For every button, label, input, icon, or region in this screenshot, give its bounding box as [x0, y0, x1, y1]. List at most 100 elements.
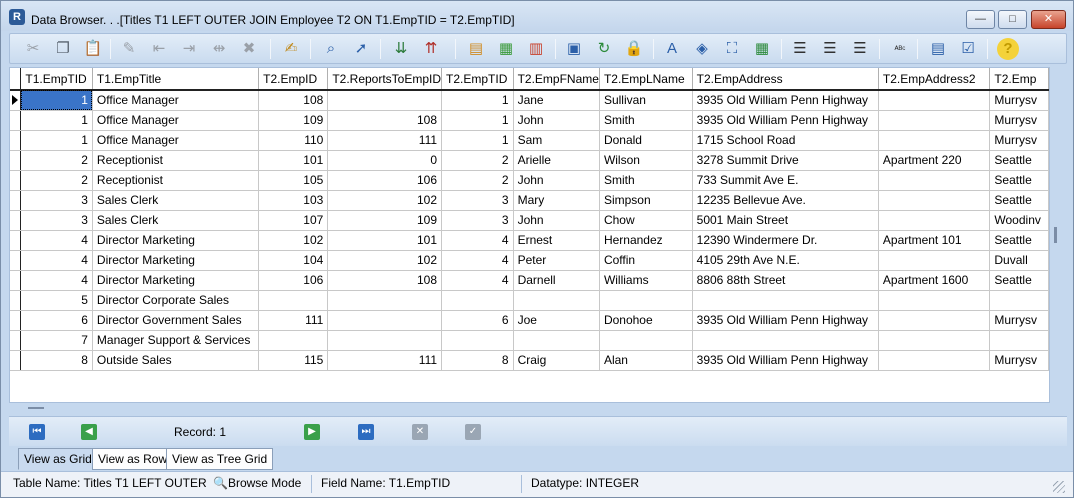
grid-cell[interactable]	[327, 290, 443, 311]
edit-pencil-icon[interactable]: ✎	[118, 38, 140, 60]
grid-cell[interactable]: 3935 Old William Penn Highway	[692, 310, 879, 331]
grid-cell[interactable]: Donald	[599, 130, 693, 151]
grid-cell[interactable]: Ernest	[513, 230, 600, 251]
row-indicator[interactable]	[10, 130, 22, 151]
row-indicator[interactable]	[10, 190, 22, 211]
grid-cell[interactable]: Receptionist	[92, 170, 260, 191]
table-row[interactable]: 4 Director Marketing 102 101 4 Ernest Hernande…	[10, 230, 1049, 251]
fit-columns-icon[interactable]: ⛶	[721, 38, 743, 60]
grid-cell[interactable]: 3	[441, 210, 514, 231]
grid-cell[interactable]: 4	[20, 230, 93, 251]
grid-cell[interactable]: Office Manager	[92, 110, 260, 131]
help-icon[interactable]: ?	[997, 38, 1019, 60]
grid-cell[interactable]: 12235 Bellevue Ave.	[692, 190, 879, 211]
row-indicator[interactable]	[10, 330, 22, 351]
grid-cell[interactable]: 1715 School Road	[692, 130, 879, 151]
find-next-icon[interactable]: ➚	[350, 38, 372, 60]
copy-icon[interactable]: ❐	[52, 38, 74, 60]
add-filter-icon[interactable]: ▦	[495, 38, 517, 60]
grid-cell[interactable]: 12390 Windermere Dr.	[692, 230, 879, 251]
grid-cell[interactable]: Director Marketing	[92, 230, 260, 251]
table-row[interactable]: 1 Office Manager 108 1 Jane Sullivan 3935 Old …	[10, 90, 1049, 111]
grid-cell[interactable]: 1	[441, 130, 514, 151]
grid-cell[interactable]: Donohoe	[599, 310, 693, 331]
row-indicator[interactable]	[10, 270, 22, 291]
grid-cell[interactable]	[692, 290, 879, 311]
column-header[interactable]: T2.EmpLName	[599, 68, 693, 91]
vertical-scrollbar-thumb[interactable]	[1054, 227, 1057, 243]
post-edit-button[interactable]: ✓	[465, 424, 481, 440]
row-indicator[interactable]	[10, 210, 22, 231]
prev-record-button[interactable]: ◀	[81, 424, 97, 440]
grid-cell[interactable]: 3935 Old William Penn Highway	[692, 110, 879, 131]
column-header[interactable]: T2.ReportsToEmpID	[327, 68, 443, 91]
table-row[interactable]: 7 Manager Support & Services	[10, 330, 1049, 351]
grid-cell[interactable]: Darnell	[513, 270, 600, 291]
grid-cell[interactable]: Manager Support & Services	[92, 330, 260, 351]
grid-cell[interactable]: Murrysv	[989, 310, 1049, 331]
find-icon[interactable]: ⌕	[320, 38, 342, 60]
remove-filter-icon[interactable]: ▥	[525, 38, 547, 60]
grid-cell[interactable]: 102	[327, 190, 443, 211]
grid-cell[interactable]: 2	[441, 170, 514, 191]
column-header[interactable]: T1.EmpTitle	[92, 68, 260, 91]
fill-color-icon[interactable]: ◈	[691, 38, 713, 60]
row-indicator[interactable]	[10, 250, 22, 271]
grid-cell[interactable]	[441, 290, 514, 311]
grid-cell[interactable]: Jane	[513, 90, 600, 111]
grid-cell[interactable]: Hernandez	[599, 230, 693, 251]
grid-cell[interactable]	[878, 170, 991, 191]
minimize-button[interactable]: —	[966, 10, 995, 29]
filter-icon[interactable]: ▤	[465, 38, 487, 60]
grid-cell[interactable]: Smith	[599, 170, 693, 191]
column-header[interactable]: T2.EmpAddress	[692, 68, 879, 91]
column-header[interactable]: T2.EmpTID	[441, 68, 514, 91]
grid-cell[interactable]: Director Marketing	[92, 270, 260, 291]
grid-lines-icon[interactable]: ▦	[751, 38, 773, 60]
grid-cell[interactable]: Coffin	[599, 250, 693, 271]
grid-cell[interactable]: Seattle	[989, 170, 1049, 191]
grid-cell[interactable]: Outside Sales	[92, 350, 260, 371]
grid-cell[interactable]: Seattle	[989, 150, 1049, 171]
grid-cell[interactable]: 4	[441, 270, 514, 291]
grid-cell[interactable]	[989, 290, 1049, 311]
grid-cell[interactable]: 1	[20, 130, 93, 151]
grid-cell[interactable]: 4	[20, 250, 93, 271]
table-row[interactable]: 4 Director Marketing 104 102 4 Peter Coffin 410…	[10, 250, 1049, 271]
table-row[interactable]: 8 Outside Sales 115 111 8 Craig Alan 3935 Old W…	[10, 350, 1049, 371]
grid-cell[interactable]: 5	[20, 290, 93, 311]
spell-check-icon[interactable]: ᴬᴮᶜ	[889, 38, 911, 60]
grid-cell[interactable]: 111	[327, 130, 443, 151]
grid-cell[interactable]: John	[513, 110, 600, 131]
table-row[interactable]: 2 Receptionist 105 106 2 John Smith 733 Summit …	[10, 170, 1049, 191]
grid-cell[interactable]: 115	[258, 350, 329, 371]
grid-cell[interactable]: Williams	[599, 270, 693, 291]
grid-cell[interactable]: 3935 Old William Penn Highway	[692, 350, 879, 371]
table-row[interactable]: 4 Director Marketing 106 108 4 Darnell William…	[10, 270, 1049, 291]
grid-cell[interactable]: 3	[20, 210, 93, 231]
grid-cell[interactable]: Chow	[599, 210, 693, 231]
grid-cell[interactable]: 102	[327, 250, 443, 271]
grid-cell[interactable]: Seattle	[989, 190, 1049, 211]
grid-cell[interactable]: 4	[441, 230, 514, 251]
grid-cell[interactable]: Seattle	[989, 270, 1049, 291]
refresh-icon[interactable]: ↻	[593, 38, 615, 60]
tab-view-as-grid[interactable]: View as Grid	[18, 448, 98, 470]
grid-cell[interactable]: Murrysv	[989, 90, 1049, 111]
grid-cell[interactable]: 4	[441, 250, 514, 271]
grid-cell[interactable]: 3935 Old William Penn Highway	[692, 90, 879, 111]
save-icon[interactable]: ▣	[563, 38, 585, 60]
grid-cell[interactable]: Murrysv	[989, 130, 1049, 151]
grid-cell[interactable]: Director Government Sales	[92, 310, 260, 331]
grid-cell[interactable]: 1	[20, 90, 93, 111]
grid-cell[interactable]: Murrysv	[989, 110, 1049, 131]
maximize-button[interactable]: □	[998, 10, 1027, 29]
column-header[interactable]: T1.EmpTID	[20, 68, 93, 91]
grid-cell[interactable]: 1	[441, 90, 514, 111]
grid-cell[interactable]: 4	[20, 270, 93, 291]
grid-cell[interactable]: Arielle	[513, 150, 600, 171]
cut-icon[interactable]: ✂	[22, 38, 44, 60]
append-row-icon[interactable]: ⇥	[178, 38, 200, 60]
grid-cell[interactable]: 105	[258, 170, 329, 191]
grid-cell[interactable]: Mary	[513, 190, 600, 211]
